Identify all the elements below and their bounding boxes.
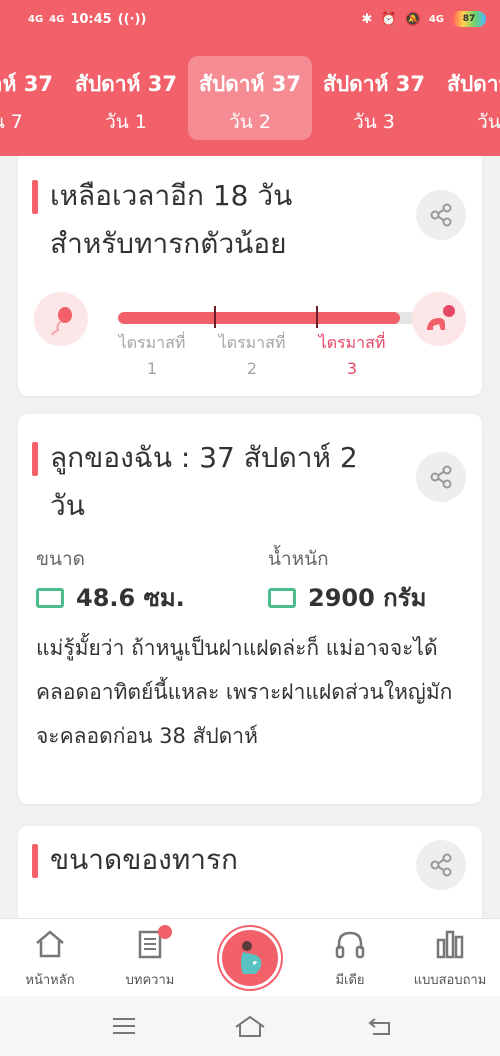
recent-apps-button[interactable] <box>104 1012 144 1040</box>
trimester-divider <box>316 306 318 328</box>
baby-description: แม่รู้มั้ยว่า ถ้าหนูเป็นฝาแฝดล่ะก็ แม่อา… <box>36 636 453 748</box>
home-button[interactable] <box>230 1012 270 1040</box>
weight-label: น้ำหนัก <box>268 548 329 570</box>
content-scroll[interactable]: เหลือเวลาอีก 18 วัน สำหรับทารกตัวน้อย ไต… <box>0 156 500 918</box>
weight-value-row: 2900 กรัม <box>268 578 426 617</box>
back-arrow-icon <box>368 1018 390 1035</box>
share-icon <box>430 203 452 227</box>
home-outline-icon <box>235 1015 265 1037</box>
trimester-2-label: ไตรมาสที่ 2 <box>218 333 286 378</box>
battery-icon: 87 <box>452 11 486 27</box>
nfc-icon: ((·)) <box>117 11 147 27</box>
trimester-1-label: ไตรมาสที่ 1 <box>118 333 186 378</box>
week-day-item[interactable]: สัปดาห์ 37 วัน 7 <box>0 56 64 140</box>
trimester-3-label: ไตรมาสที่ 3 <box>318 333 386 378</box>
clock: 10:45 <box>70 11 112 27</box>
nav-media[interactable]: มีเดีย <box>300 929 400 990</box>
notification-dot <box>158 925 172 939</box>
status-bar: 4G 4G 10:45 ((·)) ✱ ⏰ 🔕 4G 87 <box>0 0 500 38</box>
week-day-item[interactable]: สัปดาห์ 37 วัน 3 <box>312 56 436 140</box>
mute-icon: 🔕 <box>404 11 421 27</box>
share-button[interactable] <box>416 190 466 240</box>
week-day-item[interactable]: สัปดาห์ 37 วัน 1 <box>64 56 188 140</box>
signal-2-indicator: 4G <box>49 13 65 25</box>
share-button[interactable] <box>416 452 466 502</box>
crawling-baby-icon <box>412 292 466 346</box>
pregnant-mother-icon <box>241 941 262 974</box>
week-day-selector[interactable]: สัปดาห์ 37 วัน 7 สัปดาห์ 37 วัน 1 สัปดาห… <box>0 38 500 156</box>
countdown-title: เหลือเวลาอีก 18 วัน สำหรับทารกตัวน้อย <box>31 172 292 268</box>
headphones-icon <box>335 931 365 959</box>
bar-chart-icon <box>436 930 464 959</box>
size-value-row: 48.6 ซม. <box>36 578 185 617</box>
weight-value: 2900 กรัม <box>308 584 427 612</box>
ruler-icon <box>36 587 64 608</box>
scale-icon <box>268 587 296 608</box>
home-icon <box>36 930 64 958</box>
share-button[interactable] <box>416 840 466 890</box>
alarm-icon: ⏰ <box>380 11 397 27</box>
nav-quiz[interactable]: แบบสอบถาม <box>400 929 500 990</box>
network-indicator: 4G <box>428 13 444 25</box>
countdown-card: เหลือเวลาอีก 18 วัน สำหรับทารกตัวน้อย ไต… <box>18 156 482 396</box>
baby-size-card: ขนาดของทารก <box>18 826 482 918</box>
size-value: 48.6 ซม. <box>76 584 185 612</box>
baby-info-card: ลูกของฉัน : 37 สัปดาห์ 2 วัน ขนาด 48.6 ซ… <box>18 414 482 804</box>
trimester-progress-bar <box>118 312 418 324</box>
baby-size-title: ขนาดของทารก <box>32 836 238 884</box>
bottom-navigation: หน้าหลัก บทความ มีเดีย แบบสอบถาม <box>0 918 500 996</box>
trimester-divider <box>214 306 216 328</box>
baby-info-title: ลูกของฉัน : 37 สัปดาห์ 2 วัน <box>32 434 358 530</box>
bluetooth-icon: ✱ <box>361 11 373 27</box>
progress-fill <box>118 312 400 324</box>
back-button[interactable] <box>360 1012 400 1040</box>
nav-articles[interactable]: บทความ <box>100 925 200 990</box>
week-day-item-selected[interactable]: สัปดาห์ 37 วัน 2 <box>188 56 312 140</box>
size-label: ขนาด <box>36 548 85 570</box>
menu-icon <box>113 1018 135 1034</box>
share-icon <box>430 465 452 489</box>
share-icon <box>430 853 452 877</box>
week-day-item[interactable]: สัปดาห์ 37 วัน 4 <box>436 56 500 140</box>
system-navigation-bar <box>0 996 500 1056</box>
sperm-icon <box>34 292 88 346</box>
nav-home[interactable]: หน้าหลัก <box>0 929 100 990</box>
nav-pregnancy-center[interactable] <box>219 927 281 989</box>
signal-1-indicator: 4G <box>28 13 44 25</box>
